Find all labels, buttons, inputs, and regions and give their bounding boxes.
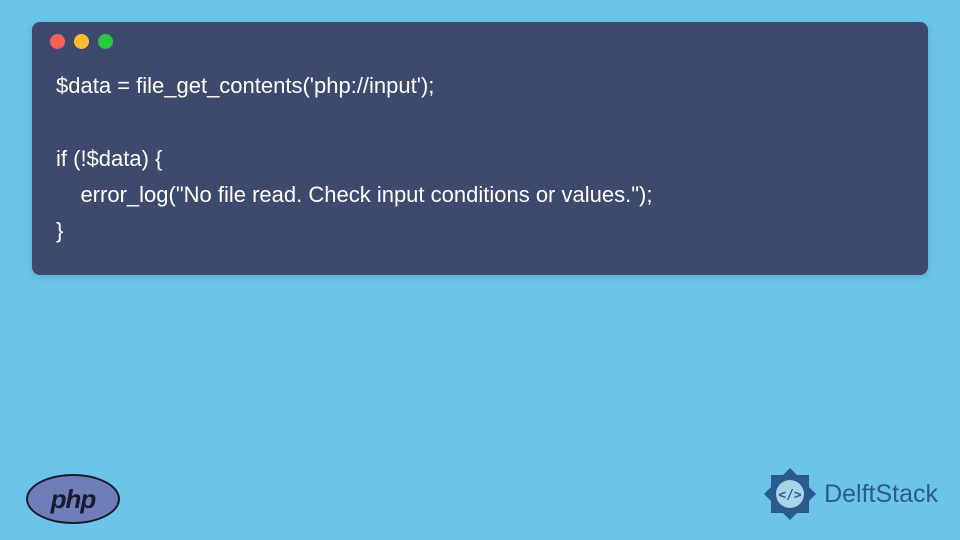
minimize-icon [74,34,89,49]
maximize-icon [98,34,113,49]
window-titlebar [32,22,928,60]
code-content: $data = file_get_contents('php://input')… [32,60,928,275]
code-line: error_log("No file read. Check input con… [56,182,652,207]
close-icon [50,34,65,49]
code-window: $data = file_get_contents('php://input')… [32,22,928,275]
code-line: } [56,218,63,243]
delftstack-icon: </> [762,466,818,522]
delftstack-label: DelftStack [824,480,938,509]
code-line: $data = file_get_contents('php://input')… [56,73,434,98]
delftstack-brand: </> DelftStack [762,466,938,522]
code-line: if (!$data) { [56,146,162,171]
svg-text:</>: </> [778,488,802,503]
php-logo: php [26,474,120,524]
php-logo-text: php [51,484,96,515]
